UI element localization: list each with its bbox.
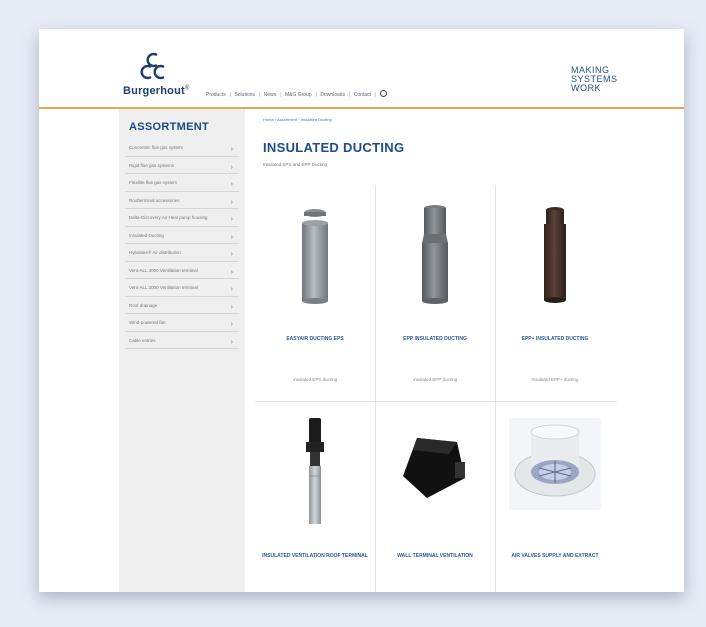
product-card[interactable]: EPP INSULATED DUCTING Insulated EPP duct… [375, 185, 495, 401]
roof-terminal-image [306, 418, 324, 524]
wall-terminal-image [403, 438, 465, 498]
sidebar-item[interactable]: Rigid flue gas systems › [125, 157, 239, 174]
chevron-right-icon: › [230, 163, 233, 171]
site-header: Burgerhout® Products | Solutions | News | M… [39, 29, 684, 109]
product-desc: Insulated EPS ducting [292, 377, 338, 382]
product-card[interactable]: EPP+ INSULATED DUCTING Insulated EPP+ du… [495, 185, 615, 401]
nav-downloads[interactable]: Downloads [320, 92, 345, 98]
page-title: INSULATED DUCTING [263, 140, 405, 155]
sidebar-item[interactable]: Delta-Discovery Air Heat pump housing › [125, 209, 239, 227]
product-name[interactable]: EASYAIR DUCTING EPS [260, 335, 370, 343]
chevron-right-icon: › [230, 181, 233, 188]
product-name[interactable]: INSULATED VENTILATION ROOF TERMINAL [260, 552, 370, 560]
burgerhout-logo-icon[interactable] [139, 51, 169, 85]
nav-products[interactable]: Products [206, 92, 226, 98]
dark-grey-duct-image [422, 205, 448, 304]
chevron-right-icon: › [230, 146, 233, 153]
sidebar-title: ASSORTMENT [129, 121, 209, 133]
sidebar-item[interactable]: Insulated Ducting › [125, 227, 239, 244]
sidebar-item[interactable]: Roof drainage › [125, 297, 239, 314]
product-card[interactable]: EASYAIR DUCTING EPS Insulated EPS ductin… [255, 185, 375, 401]
product-name[interactable]: AIR VALVES SUPPLY AND EXTRACT [500, 552, 610, 560]
air-valve-image [509, 418, 601, 510]
assortment-sidebar: ASSORTMENT Concentric flue gas system › R… [119, 109, 245, 592]
brown-duct-image [544, 207, 566, 303]
brand-logo-text[interactable]: Burgerhout® [123, 85, 190, 97]
page-subtitle: Insulated EPS and EPP Ducting [263, 162, 327, 167]
sidebar-item[interactable]: Concentric flue gas system › [125, 139, 239, 157]
nav-mg-group[interactable]: M&G Group [285, 92, 312, 98]
chevron-right-icon: › [230, 251, 233, 258]
product-name[interactable]: WALL TERMINAL VENTILATION [380, 552, 490, 560]
chevron-right-icon: › [230, 216, 233, 223]
product-name[interactable]: EPP INSULATED DUCTING [380, 335, 490, 343]
sidebar-item[interactable]: Flexible flue gas system › [125, 174, 239, 192]
sidebar-list: Concentric flue gas system › Rigid flue g… [125, 139, 239, 349]
chevron-right-icon: › [230, 286, 233, 293]
product-card[interactable]: AIR VALVES SUPPLY AND EXTRACT [495, 402, 615, 592]
chevron-right-icon: › [230, 198, 233, 206]
product-card[interactable]: WALL TERMINAL VENTILATION [375, 402, 495, 592]
main-nav: Products | Solutions | News | M&G Group | Do… [206, 89, 389, 98]
product-name[interactable]: EPP+ INSULATED DUCTING [500, 335, 610, 343]
sidebar-item[interactable]: Roofterminal accessories › [125, 192, 239, 209]
product-card[interactable]: INSULATED VENTILATION ROOF TERMINAL [255, 402, 375, 592]
chevron-right-icon: › [230, 321, 233, 328]
search-icon[interactable] [379, 90, 387, 97]
chevron-right-icon: › [230, 303, 233, 311]
breadcrumb[interactable]: Home › Assortment › Insulated Ducting [263, 117, 332, 122]
product-desc: Insulated EPP ducting [412, 377, 458, 382]
chevron-right-icon: › [230, 338, 233, 346]
product-desc: Insulated EPP+ ducting [531, 377, 579, 382]
webpage-screenshot: Burgerhout® Products | Solutions | News | M… [39, 29, 684, 592]
sidebar-item[interactable]: Hybalaire® Air distribution › [125, 244, 239, 262]
chevron-right-icon: › [230, 268, 233, 276]
nav-contact[interactable]: Contact [354, 92, 371, 98]
sidebar-item[interactable]: Wind-powered fan › [125, 314, 239, 332]
sidebar-item[interactable]: Vent-ALL 2000 Ventilation terminal › [125, 279, 239, 297]
nav-news[interactable]: News [264, 92, 277, 98]
grey-duct-image [302, 209, 328, 304]
sidebar-item[interactable]: Cable entries › [125, 332, 239, 349]
nav-solutions[interactable]: Solutions [234, 92, 255, 98]
chevron-right-icon: › [230, 233, 233, 241]
sidebar-item[interactable]: Vent-ALL 3000 Ventilation terminal › [125, 262, 239, 279]
slogan: MAKING SYSTEMS WORK [571, 65, 618, 93]
